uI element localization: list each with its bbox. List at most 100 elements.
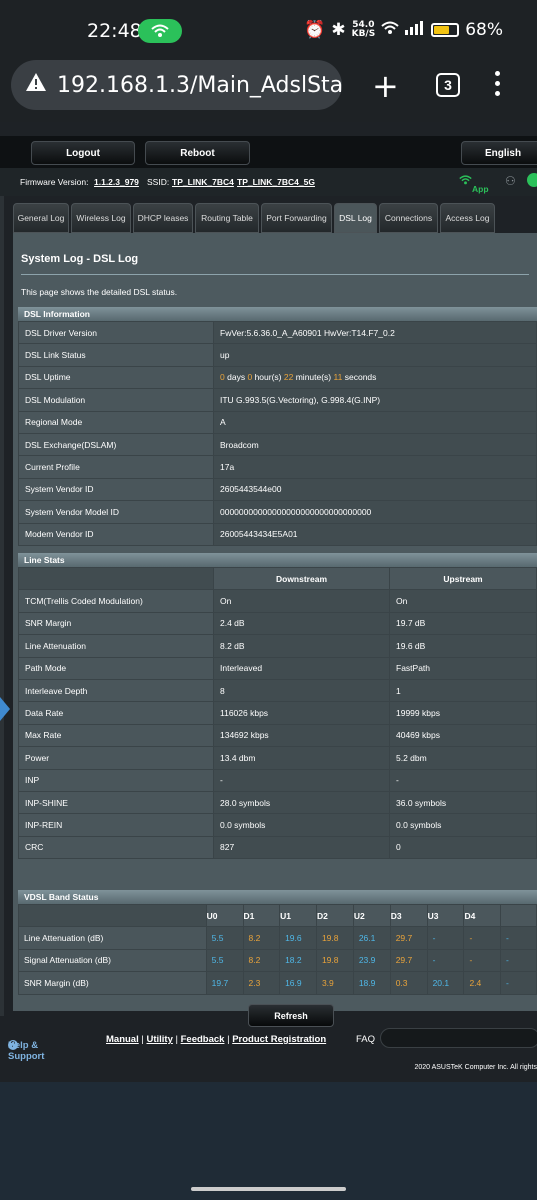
downstream-value: Interleaved <box>213 656 390 680</box>
page-description: This page shows the detailed DSL status. <box>21 287 178 297</box>
dsl-info-table: DSL Driver Version FwVer:5.6.36.0_A_A6090… <box>18 320 537 546</box>
hotspot-icon[interactable] <box>138 19 182 43</box>
globe-icon[interactable] <box>527 173 537 187</box>
table-row: INP-REIN 0.0 symbols 0.0 symbols <box>18 813 537 837</box>
uptime-minutes-label: minute(s) <box>295 372 332 383</box>
uptime-seconds: 11 <box>333 372 343 383</box>
clock: 22:48 <box>87 20 142 42</box>
tab-general-log[interactable]: General Log <box>13 203 69 233</box>
row-label: Regional Mode <box>18 410 214 434</box>
band-col-header-extra <box>500 903 537 928</box>
upstream-value: 19.6 dB <box>389 634 537 658</box>
band-col-header: D1 <box>242 903 281 928</box>
downstream-header: Downstream <box>213 566 390 591</box>
wifi-icon <box>381 20 399 40</box>
upstream-band-value: 20.1 <box>426 971 465 995</box>
band-col-header: U2 <box>352 903 391 928</box>
upstream-band-value: 26.1 <box>352 926 391 950</box>
upstream-value: 0.0 symbols <box>389 813 537 837</box>
reboot-button[interactable]: Reboot <box>145 141 250 165</box>
table-row: Modem Vendor ID 26005443434E5A01 <box>18 522 537 546</box>
downstream-value: 13.4 dbm <box>213 746 390 770</box>
tab-access-log[interactable]: Access Log <box>440 203 495 233</box>
uptime-days: 0 <box>220 372 225 383</box>
table-row: Power 13.4 dbm 5.2 dbm <box>18 746 537 770</box>
row-value: 26005443434E5A01 <box>213 522 537 546</box>
band-col-header: U3 <box>426 903 465 928</box>
downstream-band-value: 29.7 <box>389 926 428 950</box>
signal-icon <box>405 20 425 40</box>
upstream-band-value: 18.9 <box>352 971 391 995</box>
downstream-value: 0.0 symbols <box>213 813 390 837</box>
tab-routing-table[interactable]: Routing Table <box>195 203 259 233</box>
downstream-band-value: - <box>463 926 501 950</box>
faq-search-input[interactable] <box>380 1028 537 1048</box>
table-row: DSL Driver Version FwVer:5.6.36.0_A_A6090… <box>18 320 537 345</box>
manual-link[interactable]: Manual <box>106 1034 139 1045</box>
more-menu-icon[interactable] <box>495 71 501 99</box>
downstream-band-value: 8.2 <box>242 948 281 973</box>
table-row: CRC 827 0 <box>18 835 537 860</box>
table-row: SNR Margin (dB) 19.7 2.3 16.9 3.9 18.9 0.3 20.1… <box>18 971 537 995</box>
table-row: Current Profile 17a <box>18 455 537 479</box>
tab-dsl-log[interactable]: DSL Log <box>334 203 377 233</box>
tab-switcher-button[interactable]: 3 <box>436 73 460 97</box>
refresh-button[interactable]: Refresh <box>248 1004 334 1027</box>
language-button[interactable]: English <box>461 141 537 165</box>
row-label: INP-SHINE <box>18 790 214 815</box>
table-row: Line Attenuation (dB) 5.5 8.2 19.6 19.8 26.1 2… <box>18 926 537 950</box>
row-label: Current Profile <box>18 455 214 479</box>
address-bar[interactable]: 192.168.1.3/Main_AdslStatus_ <box>11 60 342 110</box>
tab-wireless-log[interactable]: Wireless Log <box>71 203 131 233</box>
tab-dhcp-leases[interactable]: DHCP leases <box>133 203 193 233</box>
status-icons: ⏰ ✱ 54.0 KB/S 68% <box>304 20 503 40</box>
upstream-value: 40469 kbps <box>389 723 537 748</box>
row-label: Line Attenuation <box>18 634 214 658</box>
table-row: Data Rate 116026 kbps 19999 kbps <box>18 701 537 725</box>
table-row: SNR Margin 2.4 dB 19.7 dB <box>18 611 537 636</box>
logout-button[interactable]: Logout <box>31 141 135 165</box>
downstream-band-value: 0.3 <box>389 971 428 995</box>
app-link[interactable]: App <box>459 175 489 194</box>
new-tab-icon[interactable]: + <box>372 67 399 105</box>
table-row: DSL Uptime 0 days 0 hour(s) 22 minute(s) … <box>18 365 537 390</box>
uptime-hours: 0 <box>247 372 253 383</box>
faq-label: FAQ <box>356 1034 376 1045</box>
not-secure-warning-icon[interactable] <box>25 72 47 98</box>
tab-connections[interactable]: Connections <box>379 203 438 233</box>
band-col-header: D2 <box>315 903 354 928</box>
firmware-link[interactable]: 1.1.2.3_979 <box>94 177 139 187</box>
table-row: TCM(Trellis Coded Modulation) On On <box>18 589 537 613</box>
row-label: SNR Margin <box>18 611 214 636</box>
ssid-link-2[interactable]: TP_LINK_7BC4_5G <box>237 177 315 187</box>
row-value: 00000000000000000000000000000000 <box>213 500 537 524</box>
upstream-band-value: - <box>500 948 537 973</box>
tab-port-forwarding[interactable]: Port Forwarding <box>261 203 332 233</box>
upstream-value: 36.0 symbols <box>389 790 537 815</box>
downstream-value: 116026 kbps <box>213 701 390 725</box>
registration-link[interactable]: Product Registration <box>232 1034 326 1045</box>
upstream-value: 0 <box>389 835 537 860</box>
row-value: 0 days 0 hour(s) 22 minute(s) 11 seconds <box>213 365 537 390</box>
table-row: INP - - <box>18 768 537 792</box>
users-icon[interactable]: ⚇ <box>505 174 516 188</box>
status-bar: 22:48 ⏰ ✱ 54.0 KB/S 68% <box>0 0 537 60</box>
ssid-link-1[interactable]: TP_LINK_7BC4 <box>172 177 234 187</box>
row-label: INP <box>18 768 214 792</box>
upstream-band-value: 19.7 <box>205 971 244 995</box>
table-row: System Vendor ID 2605443544e00 <box>18 477 537 502</box>
row-label: DSL Exchange(DSLAM) <box>18 432 214 457</box>
downstream-value: 8.2 dB <box>213 634 390 658</box>
uptime-minutes: 22 <box>283 372 294 383</box>
row-label: Modem Vendor ID <box>18 522 214 546</box>
feedback-link[interactable]: Feedback <box>181 1034 225 1045</box>
row-label: System Vendor Model ID <box>18 500 214 524</box>
table-row: Max Rate 134692 kbps 40469 kbps <box>18 723 537 748</box>
dsl-info-header: DSL Information <box>18 307 537 321</box>
utility-link[interactable]: Utility <box>146 1034 172 1045</box>
downstream-value: 28.0 symbols <box>213 790 390 815</box>
home-indicator[interactable] <box>191 1187 346 1191</box>
table-row: DSL Exchange(DSLAM) Broadcom <box>18 432 537 457</box>
menu-arrow-icon[interactable] <box>0 697 10 721</box>
row-label: DSL Uptime <box>18 365 214 390</box>
